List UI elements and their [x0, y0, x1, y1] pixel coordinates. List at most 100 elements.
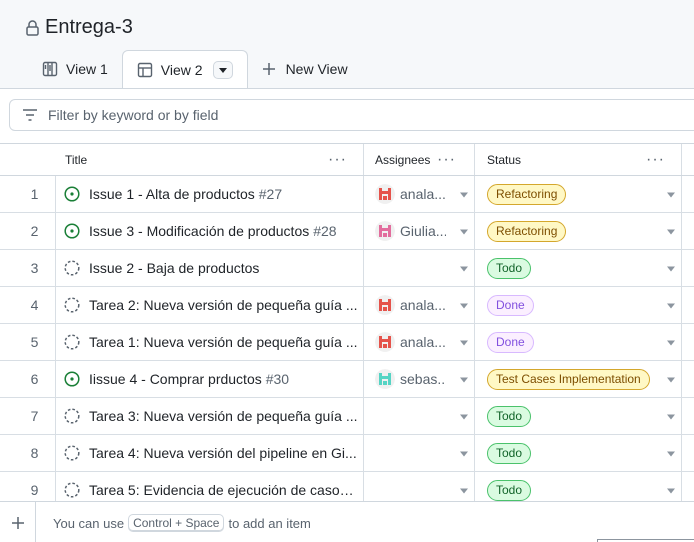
filter-bar[interactable]	[9, 99, 694, 131]
column-header-title[interactable]: Title ···	[56, 144, 364, 175]
column-header-status[interactable]: Status ···	[475, 144, 682, 175]
column-header-extra	[682, 144, 694, 175]
table-row[interactable]: 2 Issue 3 - Modificación de productos #28…	[0, 213, 694, 250]
title-cell[interactable]: Tarea 3: Nueva versión de pequeña guía .…	[56, 398, 364, 434]
chevron-down-icon[interactable]	[460, 192, 468, 198]
title-cell[interactable]: Issue 1 - Alta de productos #27	[56, 176, 364, 212]
item-title-link[interactable]: Tarea 1: Nueva versión de pequeña guía .…	[89, 334, 358, 350]
title-cell[interactable]: Issue 2 - Baja de productos	[56, 250, 364, 286]
column-status-menu-icon[interactable]: ···	[646, 151, 665, 168]
item-title-link[interactable]: Tarea 4: Nueva versión del pipeline en G…	[89, 445, 357, 461]
table-row[interactable]: 6 Iissue 4 - Comprar prductos #30 sebas..…	[0, 361, 694, 398]
issue-opened-icon	[64, 223, 80, 239]
issue-draft-icon	[64, 482, 80, 498]
chevron-down-icon[interactable]	[460, 377, 468, 383]
assignees-cell[interactable]: anala...	[364, 324, 475, 360]
avatar[interactable]	[375, 369, 395, 389]
table-row[interactable]: 5 Tarea 1: Nueva versión de pequeña guía…	[0, 324, 694, 361]
column-header-assignees[interactable]: Assignees ···	[364, 144, 475, 175]
chevron-down-icon[interactable]	[667, 451, 675, 457]
row-number-header	[0, 144, 56, 175]
issue-draft-icon	[64, 334, 80, 350]
issue-number: #28	[313, 223, 337, 239]
avatar-identicon	[375, 369, 395, 389]
add-item-hint[interactable]: You can use Control + Space to add an it…	[53, 514, 311, 532]
item-title-link[interactable]: Issue 2 - Baja de productos	[89, 260, 259, 276]
hint-suffix: to add an item	[228, 515, 311, 531]
chevron-down-icon[interactable]	[667, 266, 675, 272]
chevron-down-icon[interactable]	[460, 451, 468, 457]
title-cell[interactable]: Tarea 4: Nueva versión del pipeline en G…	[56, 435, 364, 471]
chevron-down-icon[interactable]	[667, 488, 675, 494]
assignees-cell[interactable]	[364, 435, 475, 471]
chevron-down-icon[interactable]	[460, 340, 468, 346]
column-title-menu-icon[interactable]: ···	[328, 151, 347, 168]
status-cell[interactable]: Done	[475, 287, 682, 323]
chevron-down-icon[interactable]	[667, 229, 675, 235]
assignees-cell[interactable]	[364, 398, 475, 434]
title-cell[interactable]: Issue 3 - Modificación de productos #28	[56, 213, 364, 249]
table-row[interactable]: 4 Tarea 2: Nueva versión de pequeña guía…	[0, 287, 694, 324]
avatar[interactable]	[375, 184, 395, 204]
project-title: Entrega-3	[45, 16, 133, 38]
title-cell[interactable]: Iissue 4 - Comprar prductos #30	[56, 361, 364, 397]
chevron-down-icon[interactable]	[667, 377, 675, 383]
chevron-down-icon[interactable]	[667, 340, 675, 346]
item-title-link[interactable]: Tarea 2: Nueva versión de pequeña guía .…	[89, 297, 358, 313]
chevron-down-icon[interactable]	[667, 303, 675, 309]
status-cell[interactable]: Todo	[475, 250, 682, 286]
view-options-dropdown[interactable]	[212, 61, 233, 79]
status-cell[interactable]: Todo	[475, 435, 682, 471]
chevron-down-icon[interactable]	[460, 414, 468, 420]
avatar[interactable]	[375, 295, 395, 315]
filter-input[interactable]	[48, 107, 448, 123]
table-row[interactable]: 3 Issue 2 - Baja de productos Todo	[0, 250, 694, 287]
table-row[interactable]: 1 Issue 1 - Alta de productos #27 anala..…	[0, 176, 694, 213]
chevron-down-icon[interactable]	[460, 488, 468, 494]
item-title-text: Tarea 2: Nueva versión de pequeña guía .…	[89, 297, 358, 313]
chevron-down-icon[interactable]	[460, 229, 468, 235]
table-row[interactable]: 8 Tarea 4: Nueva versión del pipeline en…	[0, 435, 694, 472]
status-cell[interactable]: Todo	[475, 398, 682, 434]
status-cell[interactable]: Refactoring	[475, 176, 682, 212]
extra-cell	[682, 324, 694, 360]
avatar-identicon	[375, 295, 395, 315]
assignees-cell[interactable]: Giulia...	[364, 213, 475, 249]
row-number: 5	[0, 324, 56, 360]
assignees-cell[interactable]: sebas...	[364, 361, 475, 397]
item-title-link[interactable]: Tarea 5: Evidencia de ejecución de casos…	[89, 482, 359, 498]
status-cell[interactable]: Done	[475, 324, 682, 360]
avatar-identicon	[375, 221, 395, 241]
status-badge: Todo	[487, 479, 532, 501]
item-title-text: Issue 1 - Alta de productos	[89, 186, 255, 202]
new-view-button[interactable]: New View	[248, 50, 362, 88]
status-badge: Done	[487, 294, 534, 316]
item-title-link[interactable]: Iissue 4 - Comprar prductos #30	[89, 371, 289, 387]
assignees-cell[interactable]	[364, 250, 475, 286]
filter-icon	[23, 109, 37, 121]
status-cell[interactable]: Test Cases Implementation	[475, 361, 682, 397]
avatar[interactable]	[375, 221, 395, 241]
table-icon	[137, 62, 152, 78]
item-title-link[interactable]: Tarea 3: Nueva versión de pequeña guía .…	[89, 408, 358, 424]
table-row[interactable]: 7 Tarea 3: Nueva versión de pequeña guía…	[0, 398, 694, 435]
column-assignees-menu-icon[interactable]: ···	[437, 151, 456, 168]
title-cell[interactable]: Tarea 1: Nueva versión de pequeña guía .…	[56, 324, 364, 360]
title-cell[interactable]: Tarea 2: Nueva versión de pequeña guía .…	[56, 287, 364, 323]
chevron-down-icon[interactable]	[460, 266, 468, 272]
item-title-link[interactable]: Issue 3 - Modificación de productos #28	[89, 223, 337, 239]
item-title-text: Tarea 4: Nueva versión del pipeline en G…	[89, 445, 357, 461]
status-cell[interactable]: Refactoring	[475, 213, 682, 249]
assignees-cell[interactable]: anala...	[364, 287, 475, 323]
chevron-down-icon[interactable]	[667, 192, 675, 198]
issue-draft-icon	[64, 408, 80, 424]
item-title-link[interactable]: Issue 1 - Alta de productos #27	[89, 186, 282, 202]
chevron-down-icon[interactable]	[667, 414, 675, 420]
tab-view-1[interactable]: View 1	[28, 50, 122, 88]
status-badge: Done	[487, 331, 534, 353]
avatar[interactable]	[375, 332, 395, 352]
add-item-button[interactable]	[0, 502, 36, 542]
chevron-down-icon[interactable]	[460, 303, 468, 309]
assignees-cell[interactable]: anala...	[364, 176, 475, 212]
tab-view-2[interactable]: View 2	[121, 50, 248, 89]
